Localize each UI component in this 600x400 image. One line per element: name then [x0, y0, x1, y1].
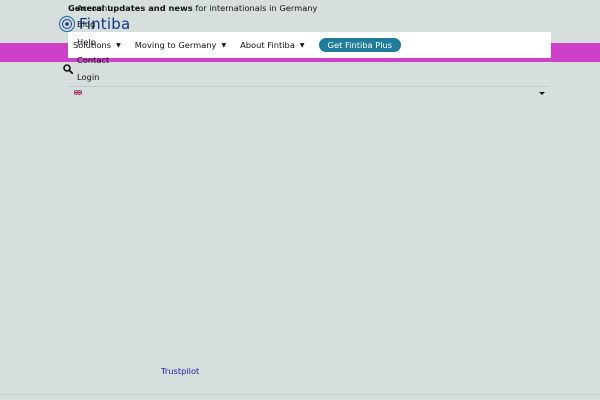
nav-item-solutions[interactable]: Solutions ▼ [73, 40, 121, 50]
bottom-divider [0, 394, 600, 395]
nav-item-moving-to-germany[interactable]: Moving to Germany ▼ [135, 40, 226, 50]
nav-item-label: Moving to Germany [134, 40, 217, 50]
trustpilot-link[interactable]: Trustpilot [161, 366, 199, 376]
language-dropdown-caret-icon[interactable] [539, 92, 545, 95]
get-fintiba-plus-button[interactable]: Get Fintiba Plus [318, 38, 402, 52]
contact-link[interactable]: Contact [77, 55, 109, 65]
caret-down-icon: ▼ [116, 41, 121, 49]
fintiba-logo-icon [58, 15, 76, 33]
nav-item-about-fintiba[interactable]: About Fintiba ▼ [240, 40, 304, 50]
caret-down-icon: ▼ [299, 41, 305, 49]
uk-flag-icon[interactable] [74, 90, 82, 95]
main-nav: Solutions ▼ Moving to Germany ▼ About Fi… [73, 36, 402, 54]
blog-link[interactable]: Blog [77, 19, 95, 29]
login-link[interactable]: Login [77, 72, 99, 82]
topbar-suffix: for internationals in Germany [195, 3, 318, 13]
caret-down-icon: ▼ [221, 41, 227, 49]
divider [68, 86, 549, 87]
account-link[interactable]: Account [77, 3, 111, 13]
nav-item-label: About Fintiba [240, 40, 295, 50]
nav-item-label: Solutions [73, 40, 112, 50]
search-icon[interactable] [63, 64, 73, 74]
